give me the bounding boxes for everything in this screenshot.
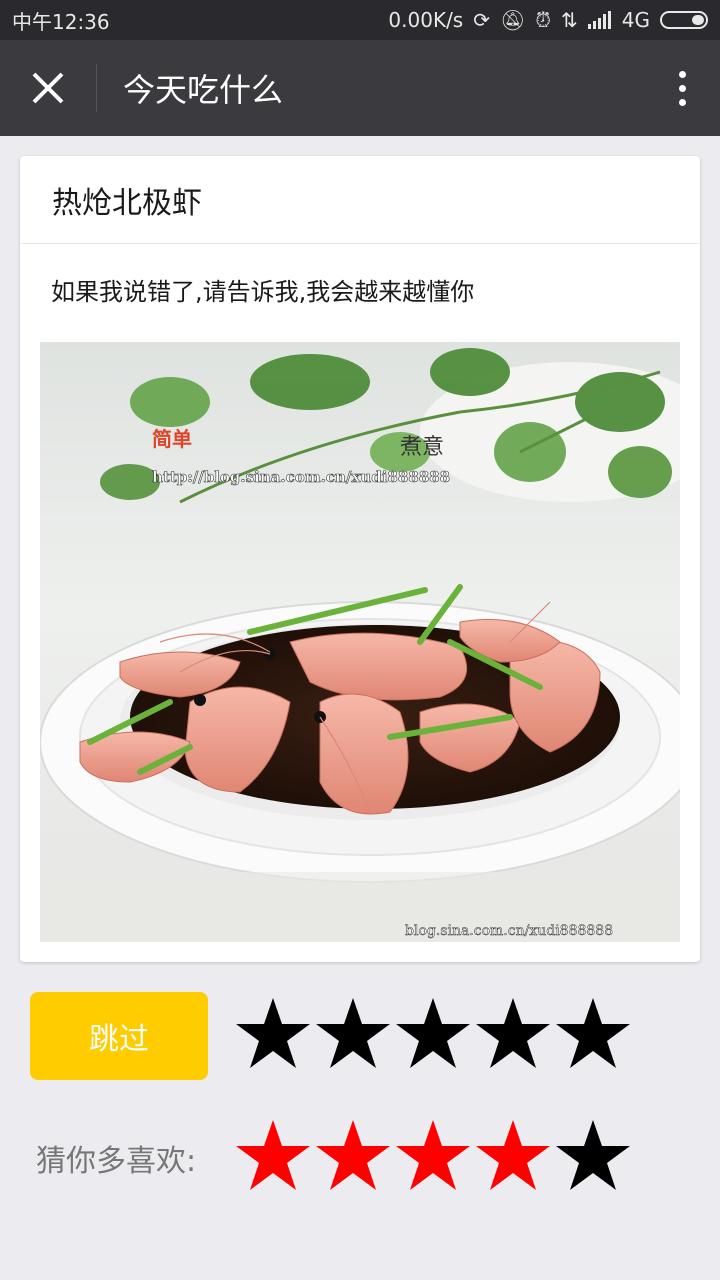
recommendation-stars	[236, 1118, 630, 1194]
battery-icon	[660, 11, 708, 29]
close-icon	[32, 72, 64, 104]
close-button[interactable]	[0, 40, 96, 136]
dish-title: 热炝北极虾	[20, 156, 700, 244]
more-button[interactable]	[650, 40, 714, 136]
rating-stars	[236, 996, 630, 1072]
more-dot	[678, 84, 686, 92]
rating-star-4[interactable]	[476, 996, 550, 1072]
alarm-icon: ⏰︎	[535, 8, 551, 32]
recommendation-star-2	[316, 1120, 390, 1190]
rating-star-5[interactable]	[556, 996, 630, 1072]
status-bar: 中午12:36 0.00K/s ⟳ 🔕︎ ⏰︎ ⇅ 4G	[0, 0, 720, 40]
title-bar: 今天吃什么	[0, 40, 720, 136]
status-time: 中午12:36	[12, 9, 110, 34]
skip-button[interactable]: 跳过	[30, 992, 208, 1080]
dish-card[interactable]: 热炝北极虾 如果我说错了,请告诉我,我会越来越懂你 简单 煮意 http://b…	[20, 156, 700, 962]
recommendation-label: 猜你多喜欢:	[36, 1144, 197, 1179]
shrimp-dish-picture: 简单 煮意 http://blog.sina.com.cn/xudi888888	[40, 342, 680, 942]
page-title: 今天吃什么	[123, 71, 284, 109]
status-icons: 0.00K/s ⟳ 🔕︎ ⏰︎ ⇅ 4G	[388, 8, 708, 32]
mute-icon: 🔕︎	[500, 8, 526, 32]
network-speed: 0.00K/s	[388, 8, 464, 32]
recommendation-star-3	[396, 1120, 470, 1190]
svg-text:简单: 简单	[152, 427, 192, 451]
dish-image: 简单 煮意 http://blog.sina.com.cn/xudi888888	[40, 342, 680, 942]
rating-row: 跳过	[0, 992, 720, 1080]
header-divider	[96, 64, 97, 112]
recommendation-star-5	[556, 1120, 630, 1190]
svg-text:煮意: 煮意	[400, 435, 444, 460]
watermark-top: http://blog.sina.com.cn/xudi888888	[152, 468, 450, 486]
more-dot	[678, 98, 686, 106]
rating-star-3[interactable]	[396, 996, 470, 1072]
rating-star-2[interactable]	[316, 996, 390, 1072]
sync-icon: ⟳	[473, 8, 490, 32]
watermark-bottom: blog.sina.com.cn/xudi888888	[405, 923, 613, 939]
recommendation-row: 猜你多喜欢:	[0, 1118, 720, 1198]
data-arrows-icon: ⇅	[561, 8, 578, 32]
signal-icon	[587, 11, 611, 29]
network-type: 4G	[621, 8, 650, 32]
recommendation-star-4	[476, 1120, 550, 1190]
rating-star-1[interactable]	[236, 996, 310, 1072]
recommendation-star-1	[236, 1120, 310, 1190]
dish-subtitle: 如果我说错了,请告诉我,我会越来越懂你	[51, 278, 475, 306]
more-dot	[678, 70, 686, 78]
